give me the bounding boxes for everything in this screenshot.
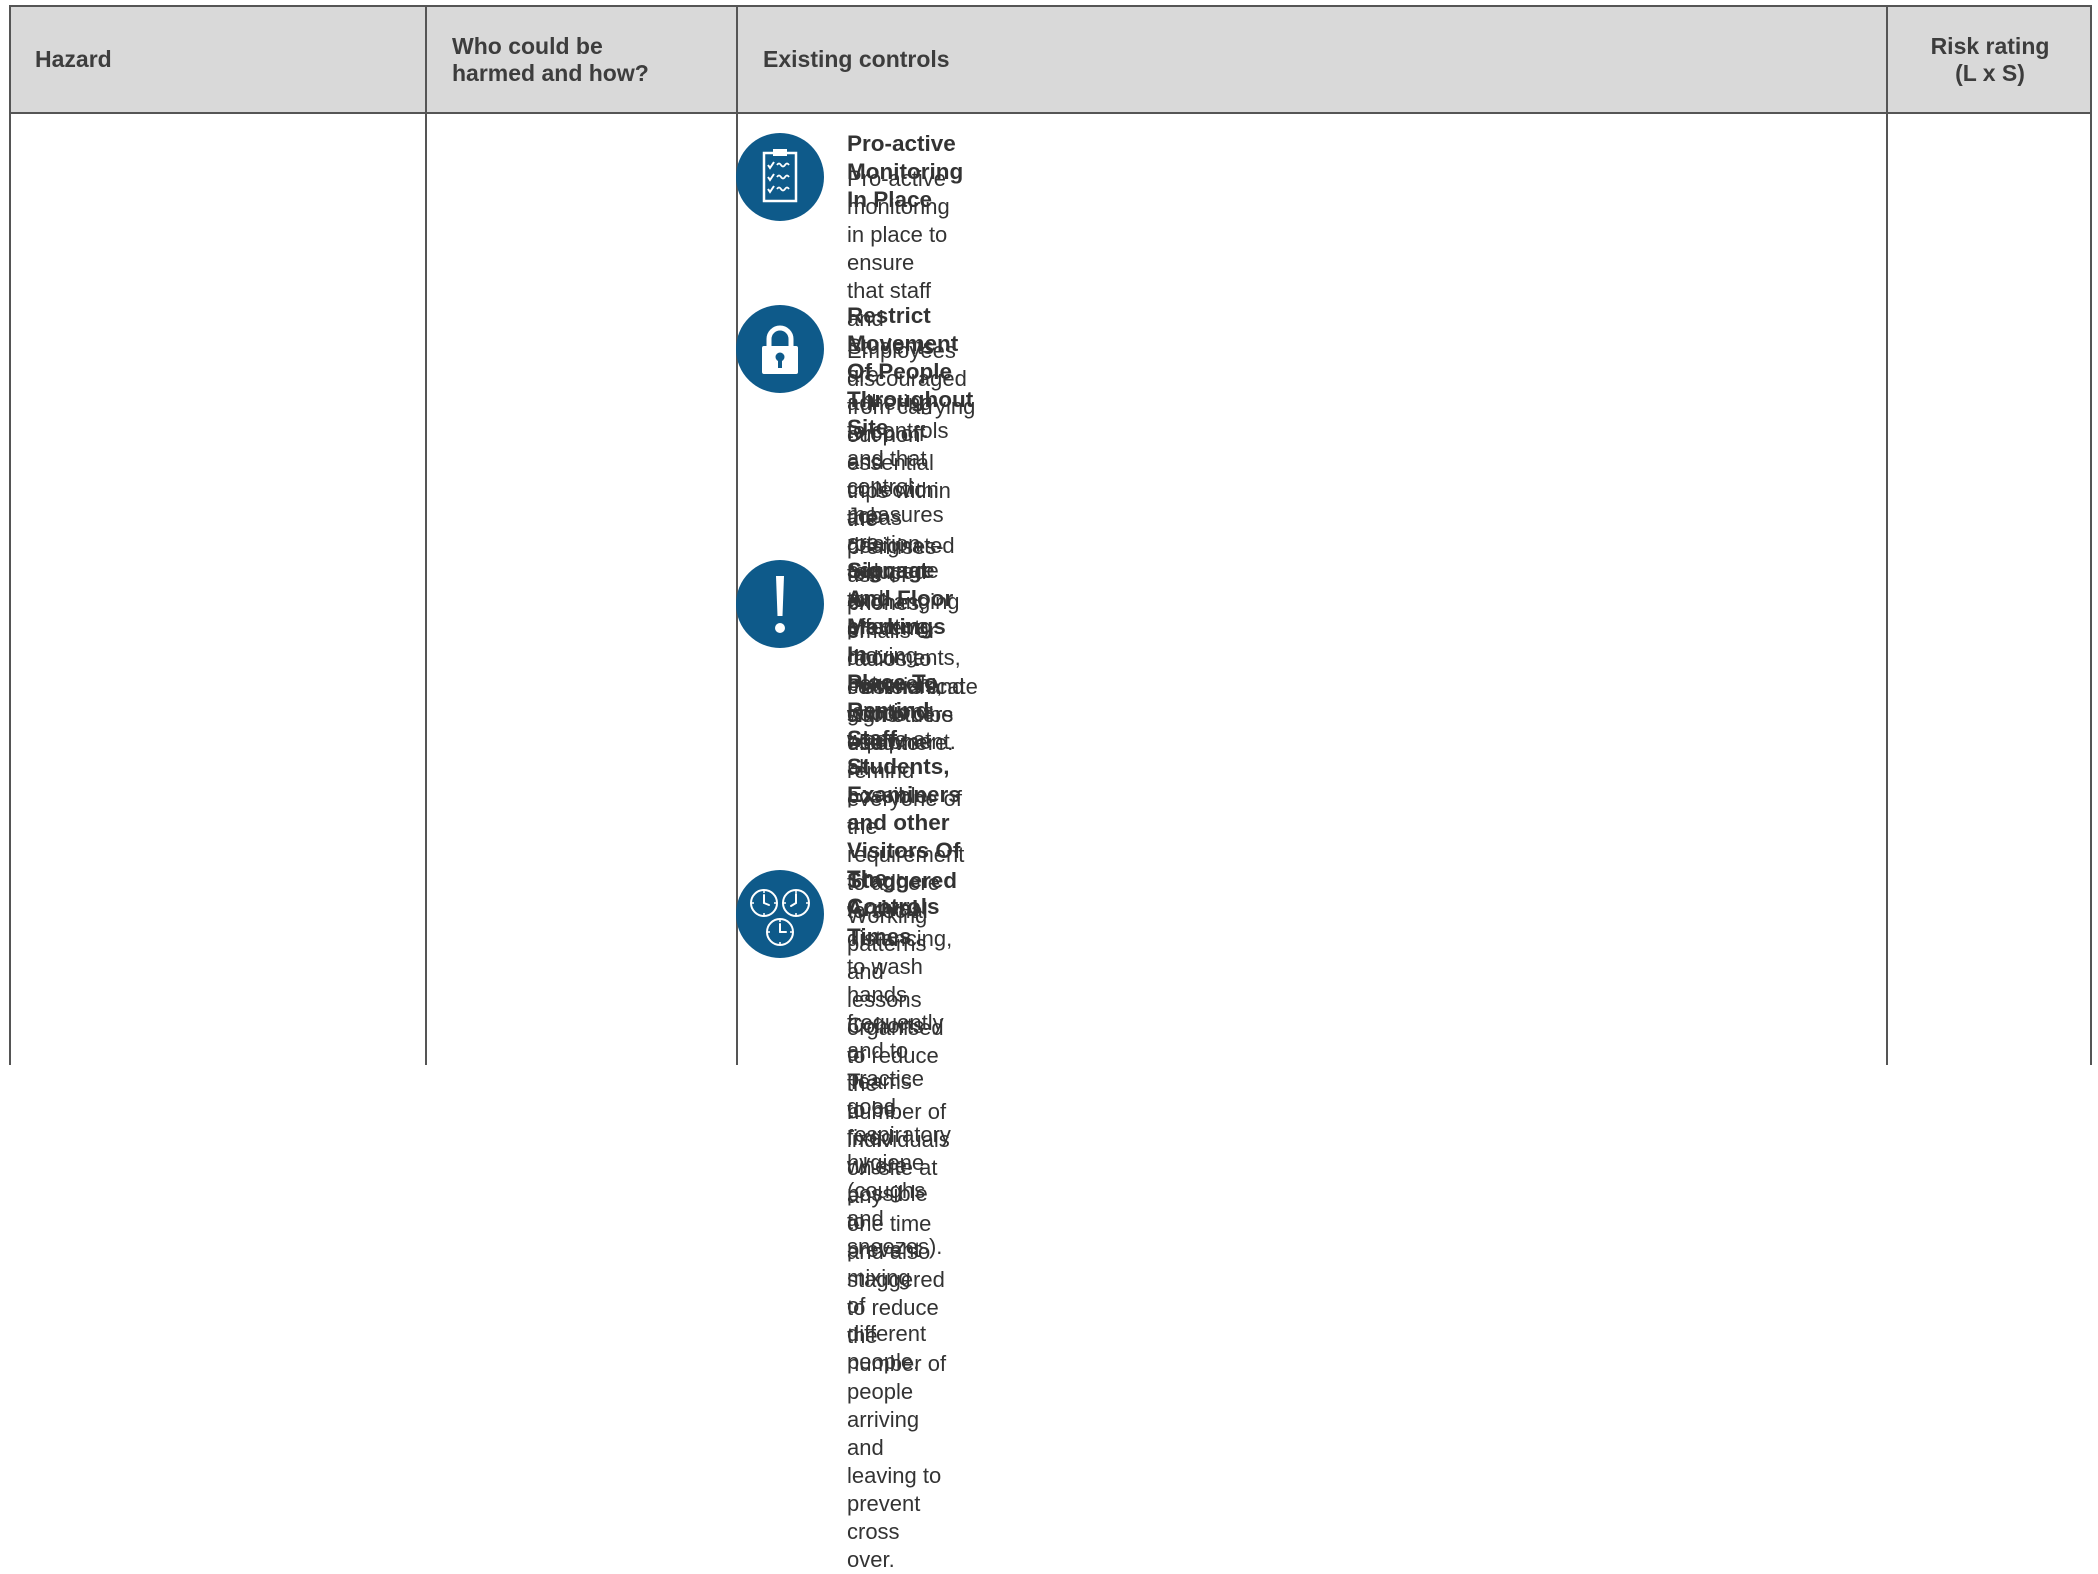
clocks-icon (736, 870, 824, 958)
risk-assessment-table: Hazard Who could be harmed and how? Exis… (9, 5, 2092, 1065)
column-divider (425, 7, 427, 1065)
control-description: Cohorts or Teams to be fixed where possi… (847, 1013, 928, 1374)
padlock-icon (736, 305, 824, 393)
clipboard-checklist-icon (736, 133, 824, 221)
column-divider (1886, 7, 1888, 1065)
header-hazard: Hazard (35, 46, 112, 72)
header-risk-rating: Risk rating (L x S) (1930, 32, 2050, 86)
header-existing-controls: Existing controls (763, 46, 950, 72)
table-header: Hazard Who could be harmed and how? Exis… (11, 7, 2090, 114)
exclamation-icon (736, 560, 824, 648)
header-who-harmed: Who could be harmed and how? (452, 32, 649, 86)
